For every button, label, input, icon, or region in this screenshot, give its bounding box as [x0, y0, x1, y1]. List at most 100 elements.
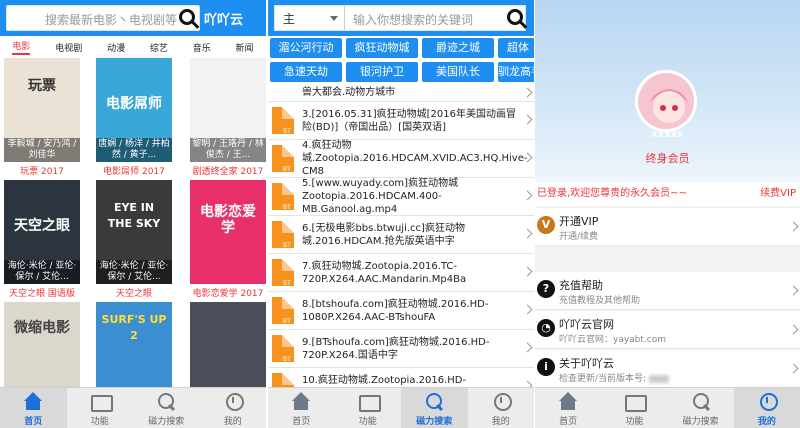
menu-item-help[interactable]: ? 充值帮助 充值教程及其他帮助 — [535, 272, 800, 310]
avatar[interactable] — [635, 70, 697, 132]
keyword-button[interactable]: 驯龙高手 — [498, 62, 534, 82]
vip-icon: V — [537, 216, 555, 234]
keyword-button[interactable]: 美国队长 — [422, 62, 494, 82]
list-item[interactable]: 兽大都会.动物方城市 — [268, 84, 534, 102]
chevron-right-icon — [522, 342, 533, 353]
list-item[interactable]: BT 8.[btshoufa.com]疯狂动物城.2016.HD-1080P.X2… — [268, 292, 534, 330]
movie-title: 玩票 2017 — [20, 167, 64, 177]
search-placeholder: 搜索最新电影丶电视剧等 — [45, 13, 178, 27]
chevron-right-icon — [522, 228, 533, 239]
tab-home[interactable]: 首页 — [268, 388, 335, 428]
movie-card[interactable]: 天空之眼 海伦·米伦 / 亚伦·保尔 / 艾伦... 天空之眼 国语版 — [4, 180, 80, 299]
tab-functions[interactable]: 功能 — [335, 388, 402, 428]
menu-item-about[interactable]: i 关于吖吖云 检查更新/当前版本号: — [535, 350, 800, 388]
magnet-search-screen: 主 输入你想搜索的关键词 湄公河行动 疯狂动物城 爵迹之城 超体 急速天劫 银河… — [268, 0, 534, 428]
keyword-button[interactable]: 爵迹之城 — [422, 38, 494, 58]
search-icon — [424, 392, 444, 412]
tab-functions[interactable]: 功能 — [67, 388, 134, 428]
category-tabs: 电影 电视剧 动漫 综艺 音乐 新闻 — [0, 36, 266, 58]
keyword-button[interactable]: 银河护卫 — [346, 62, 418, 82]
keyword-button[interactable]: 超体 — [498, 38, 534, 58]
list-item[interactable]: BT 4.疯狂动物城.Zootopia.2016.HDCAM.XVID.AC3.H… — [268, 140, 534, 178]
movie-card[interactable]: 电影屌师 唐娴 / 杨洋 / 井柏然 / 黄子... 电影屌师 2017 — [96, 58, 172, 177]
home-icon — [23, 392, 43, 412]
movie-card[interactable]: 微缩电影 — [4, 302, 80, 387]
search-icon[interactable] — [179, 9, 195, 25]
renew-vip-link[interactable]: 续费VIP — [760, 182, 796, 206]
tab-home[interactable]: 首页 — [0, 388, 67, 428]
keyword-button[interactable]: 急速天劫 — [270, 62, 342, 82]
bt-file-icon: BT — [272, 335, 294, 363]
movie-title: 电影恋爱学 2017 — [192, 289, 264, 299]
search-bar: 主 输入你想搜索的关键词 — [274, 5, 526, 31]
search-input[interactable]: 搜索最新电影丶电视剧等 — [6, 5, 200, 31]
movie-poster: 电影屌师 唐娴 / 杨洋 / 井柏然 / 黄子... — [96, 58, 172, 162]
chevron-right-icon — [522, 87, 533, 98]
bt-file-icon: BT — [272, 259, 294, 287]
bt-file-icon: BT — [272, 107, 294, 135]
hot-keywords: 湄公河行动 疯狂动物城 爵迹之城 超体 急速天劫 银河护卫 美国队长 驯龙高手 — [268, 36, 534, 84]
search-icon — [691, 392, 711, 412]
avatar-image — [638, 73, 694, 129]
movie-poster: 黎明 / 王珞丹 / 林俊杰 / 王... — [190, 58, 266, 162]
login-message: 已登录,欢迎您尊贵的永久会员~~ — [537, 188, 687, 199]
list-item[interactable]: BT 5.[www.wuyady.com]疯狂动物城Zootopia.2016.H… — [268, 178, 534, 216]
chevron-right-icon — [522, 304, 533, 315]
search-icon[interactable] — [507, 9, 523, 25]
movie-card[interactable]: 黎明 / 王珞丹 / 林俊杰 / 王... 剧透终全家 2017 — [190, 58, 266, 177]
movie-card[interactable]: SURF'S UP 2 — [96, 302, 172, 387]
tab-mine[interactable]: 我的 — [468, 388, 535, 428]
tab-magnet-search[interactable]: 磁力搜索 — [668, 388, 734, 428]
movie-card[interactable]: 电影恋爱学 电影恋爱学 2017 — [190, 180, 266, 299]
chevron-right-icon — [788, 221, 799, 232]
tab-magnet-search[interactable]: 磁力搜索 — [401, 388, 468, 428]
chevron-right-icon — [788, 285, 799, 296]
search-scope-select[interactable]: 主 — [275, 6, 345, 30]
home-icon — [558, 392, 578, 412]
info-icon: i — [537, 358, 555, 376]
app-brand: 吖吖云 — [204, 13, 244, 28]
tab-anime[interactable]: 动漫 — [107, 41, 125, 54]
movie-card[interactable] — [190, 302, 266, 387]
tv-icon — [358, 392, 381, 412]
movie-poster: 天空之眼 海伦·米伦 / 亚伦·保尔 / 艾伦... — [4, 180, 80, 284]
movie-poster — [190, 302, 266, 387]
list-item[interactable]: BT 7.疯狂动物城.Zootopia.2016.TC-720P.X264.AAC… — [268, 254, 534, 292]
list-item[interactable]: BT 3.[2016.05.31]疯狂动物城[2016年美国动画冒险(BD)]（帝… — [268, 102, 534, 140]
tab-mine[interactable]: 我的 — [733, 388, 800, 428]
tab-home[interactable]: 首页 — [535, 388, 601, 428]
user-icon — [757, 392, 778, 412]
movie-cast: 海伦·米伦 / 亚伦·保尔 / 艾伦... — [4, 260, 80, 284]
tv-icon — [624, 392, 648, 412]
keyword-button[interactable]: 湄公河行动 — [270, 38, 342, 58]
bottom-tab-bar: 首页 功能 磁力搜索 我的 — [0, 387, 266, 428]
tab-variety[interactable]: 综艺 — [150, 41, 168, 54]
bt-file-icon: BT — [272, 297, 294, 325]
menu-item-website[interactable]: ◔ 吖吖云官网 吖吖云官网：yayabt.com — [535, 311, 800, 349]
movie-card[interactable]: EYE IN THE SKY 海伦·米伦 / 亚伦·保尔 / 艾伦... 天空之… — [96, 180, 172, 299]
list-item[interactable]: BT10.疯狂动物城.Zootopia.2016.HD-1080P.X264.A… — [268, 368, 534, 387]
keyword-button[interactable]: 疯狂动物城 — [346, 38, 418, 58]
bt-file-icon: BT — [272, 145, 294, 173]
tab-mine[interactable]: 我的 — [200, 388, 267, 428]
list-item[interactable]: BT 6.[无极电影bbs.btwuji.cc]疯狂动物城.2016.HDCAM.… — [268, 216, 534, 254]
bottom-tab-bar: 首页 功能 磁力搜索 我的 — [268, 387, 534, 428]
movie-poster: 玩票 李毅城 / 安乃鸿 / 刘佳华 — [4, 58, 80, 162]
top-bar: 搜索最新电影丶电视剧等 吖吖云 — [0, 0, 266, 36]
list-item[interactable]: BT 9.[BTshoufa.com]疯狂动物城.2016.HD-720P.X26… — [268, 330, 534, 368]
top-bar: 主 输入你想搜索的关键词 — [268, 0, 534, 36]
tv-icon — [90, 392, 113, 412]
home-icon — [291, 392, 311, 412]
clock-icon: ◔ — [537, 319, 555, 337]
tab-tv[interactable]: 电视剧 — [55, 41, 82, 54]
tab-music[interactable]: 音乐 — [193, 41, 211, 54]
tab-magnet-search[interactable]: 磁力搜索 — [133, 388, 200, 428]
tab-news[interactable]: 新闻 — [236, 41, 254, 54]
menu-item-vip[interactable]: V 开通VIP 开通/续费 — [535, 208, 800, 246]
chevron-right-icon — [522, 114, 533, 125]
search-input[interactable]: 输入你想搜索的关键词 — [353, 11, 473, 28]
tab-movie[interactable]: 电影 — [12, 39, 31, 55]
movie-card[interactable]: 玩票 李毅城 / 安乃鸿 / 刘佳华 玩票 2017 — [4, 58, 80, 177]
tab-functions[interactable]: 功能 — [601, 388, 667, 428]
movie-cast: 李毅城 / 安乃鸿 / 刘佳华 — [4, 138, 80, 162]
